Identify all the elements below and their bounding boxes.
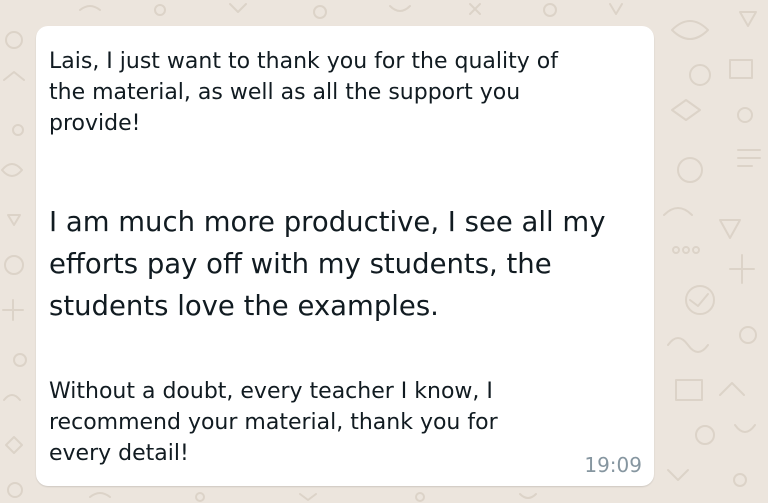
message-timestamp: 19:09 (584, 453, 642, 477)
message-paragraph-productive: I am much more productive, I see all my … (49, 206, 606, 322)
message-paragraph-thanks: Lais, I just want to thank you for the q… (49, 49, 558, 136)
message-bubble[interactable]: Lais, I just want to thank you for the q… (36, 26, 654, 486)
message-paragraph-recommend: Without a doubt, every teacher I know, I… (49, 379, 498, 466)
